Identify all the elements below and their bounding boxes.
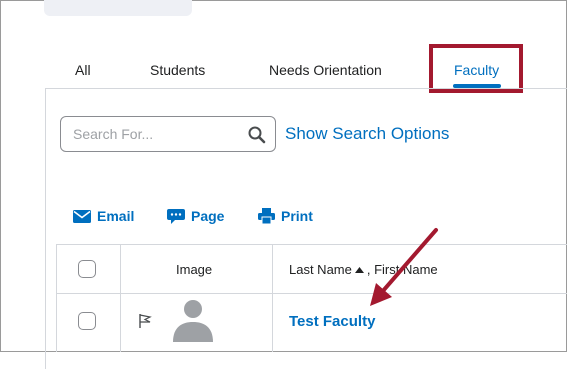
print-button-label: Print bbox=[281, 208, 313, 224]
search-icon[interactable] bbox=[247, 125, 267, 145]
faculty-tab-highlight-box bbox=[429, 44, 523, 93]
printer-icon bbox=[258, 208, 275, 224]
search-input[interactable] bbox=[73, 117, 233, 151]
table-col-divider bbox=[272, 244, 273, 352]
show-search-options-link[interactable]: Show Search Options bbox=[285, 124, 449, 144]
select-all-checkbox[interactable] bbox=[78, 260, 96, 278]
search-field bbox=[60, 116, 276, 152]
print-button[interactable]: Print bbox=[258, 208, 313, 224]
email-button-label: Email bbox=[97, 208, 135, 224]
top-header-remnant bbox=[44, 0, 192, 16]
sort-last-name-link[interactable]: Last Name bbox=[289, 262, 352, 277]
table-top-border bbox=[56, 244, 567, 245]
tab-students[interactable]: Students bbox=[150, 62, 205, 78]
table-col-divider bbox=[120, 244, 121, 352]
tab-needs-orientation[interactable]: Needs Orientation bbox=[269, 62, 382, 78]
page-button-label: Page bbox=[191, 208, 225, 224]
table-header-divider bbox=[56, 293, 567, 294]
flag-icon[interactable] bbox=[138, 313, 152, 329]
row-select-checkbox[interactable] bbox=[78, 312, 96, 330]
page-button[interactable]: Page bbox=[167, 208, 224, 224]
chat-bubble-icon bbox=[167, 208, 185, 224]
column-header-image: Image bbox=[176, 262, 213, 277]
annotation-arrow-icon bbox=[370, 228, 438, 306]
table-left-border bbox=[56, 244, 57, 352]
email-button[interactable]: Email bbox=[73, 208, 134, 224]
tab-all[interactable]: All bbox=[75, 62, 91, 78]
envelope-icon bbox=[73, 209, 91, 223]
avatar-placeholder-icon bbox=[173, 300, 213, 342]
